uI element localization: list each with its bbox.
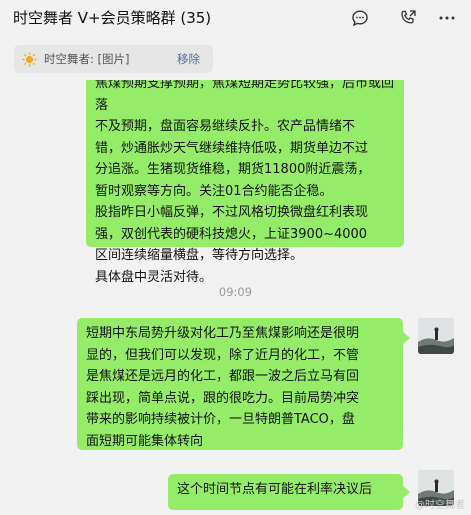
sun-icon xyxy=(22,52,37,67)
message-line: 股指昨日小幅反弹，不过风格切换微盘红利表现 xyxy=(95,205,369,220)
message-bubble[interactable]: 这个时间节点有可能在利率决议后 xyxy=(168,474,403,510)
message-line: 是焦煤还是远月的化工，都跟一波之后立马有回 xyxy=(86,369,360,384)
message-line: 面短期可能集体转向 xyxy=(86,433,204,449)
message-line: 带来的影响持续被计价，一旦特朗普TACO，盘 xyxy=(86,412,355,427)
message-bubble[interactable]: 焦煤预期支撑预期，焦煤短期走势比较强，后市或回落 不及预期，盘面容易继续反扑。农… xyxy=(86,80,404,285)
message-line: 短期中东局势升级对化工乃至焦煤影响还是很明 xyxy=(86,326,360,341)
message-line: 显的，但我们可以发现，除了近月的化工，不管 xyxy=(86,347,360,363)
watermark: @时空舞者 xyxy=(415,500,465,511)
chat-bubble-icon[interactable] xyxy=(350,8,370,28)
message-line: 强，双创代表的硬科技熄火，上证3900~4000 xyxy=(95,226,368,242)
bubble-tail xyxy=(403,332,410,344)
remove-pin-button[interactable]: 移除 xyxy=(177,51,200,67)
pinned-message[interactable]: 时空舞者: [图片] 移除 xyxy=(14,45,213,73)
message-line: 不及预期，盘面容易继续反扑。农产品情绪不 xyxy=(95,119,356,134)
message-line: 分追涨。生猪现货维稳，期货11800附近震荡， xyxy=(95,162,371,177)
more-icon[interactable] xyxy=(437,8,457,28)
message-line: 踩出现，简单点说，跟的很吃力。目前局势冲突 xyxy=(86,390,360,406)
message-line: 这个时间节点有可能在利率决议后 xyxy=(177,482,373,497)
pinned-text: 时空舞者: [图片] xyxy=(44,52,130,66)
message-line: 区间连续缩量横盘，等待方向选择。 xyxy=(95,248,304,263)
message-line: 焦煤预期支撑预期，焦煤短期走势比较强，后市或回落 xyxy=(95,80,395,113)
avatar[interactable] xyxy=(418,318,454,354)
message-bubble[interactable]: 短期中东局势升级对化工乃至焦煤影响还是很明 显的，但我们可以发现，除了近月的化工… xyxy=(77,318,403,450)
message-list[interactable]: 焦煤预期支撑预期，焦煤短期走势比较强，后市或回落 不及预期，盘面容易继续反扑。农… xyxy=(0,80,471,515)
bubble-tail xyxy=(403,486,410,498)
chat-title: 时空舞者 V+会员策略群 (35) xyxy=(13,9,212,27)
message-timestamp: 09:09 xyxy=(218,285,253,299)
message-line: 暂时观察等方向。关注01合约能否企稳。 xyxy=(95,183,333,199)
message-line: 错，炒通胀炒天气继续维持低吸，期货单边不过 xyxy=(95,140,369,156)
chat-header: 时空舞者 V+会员策略群 (35) xyxy=(0,0,471,36)
video-call-icon[interactable] xyxy=(398,8,418,28)
